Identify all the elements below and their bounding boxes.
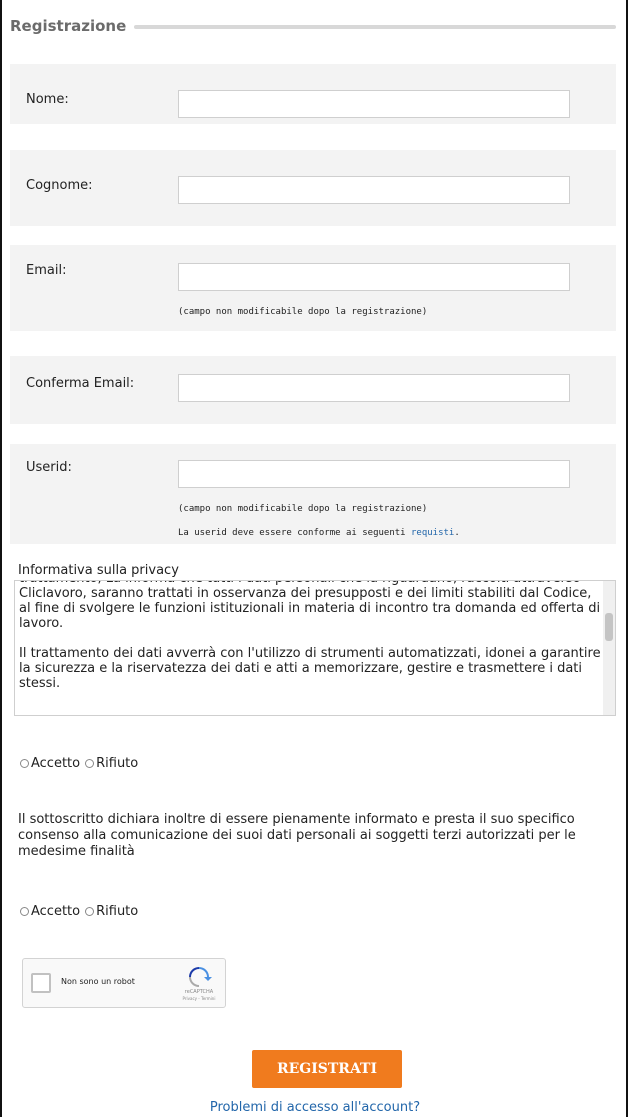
- privacy-accept-radio[interactable]: [20, 759, 29, 768]
- account-help-link[interactable]: Problemi di accesso all'account?: [0, 1100, 630, 1115]
- privacy-reject-radio[interactable]: [85, 759, 95, 768]
- privacy-accept-label: Accetto: [31, 756, 81, 771]
- consent-radio-group: Accetto Rifiuto: [20, 904, 143, 919]
- email-input[interactable]: [178, 263, 570, 291]
- privacy-scrollbar[interactable]: [603, 581, 615, 715]
- recaptcha-logo-icon: [189, 967, 212, 987]
- privacy-text: trattamento, La informa che tutti i dati…: [19, 581, 603, 706]
- privacy-textarea[interactable]: trattamento, La informa che tutti i dati…: [14, 580, 616, 716]
- consent-reject-radio[interactable]: [85, 907, 95, 916]
- recaptcha-terms[interactable]: Privacy - Termini: [173, 996, 225, 1001]
- userid-rule-suffix: .: [454, 528, 460, 538]
- privacy-paragraph-2: Il trattamento dei dati avverrà con l'ut…: [19, 646, 601, 691]
- legend-divider: [134, 25, 616, 29]
- fieldset-legend: Registrazione: [10, 12, 616, 40]
- recaptcha-checkbox[interactable]: [31, 973, 51, 993]
- consent-accept-label: Accetto: [31, 904, 81, 919]
- field-row-conferma-email: Conferma Email:: [10, 356, 616, 424]
- privacy-scroll-thumb[interactable]: [605, 613, 613, 641]
- privacy-radio-group: Accetto Rifiuto: [20, 756, 143, 771]
- userid-hint: (campo non modificabile dopo la registra…: [178, 504, 428, 514]
- cognome-label: Cognome:: [26, 178, 93, 193]
- recaptcha-label: Non sono un robot: [61, 977, 135, 986]
- field-row-cognome: Cognome:: [10, 150, 616, 226]
- consent-text: Il sottoscritto dichiara inoltre di esse…: [18, 812, 576, 859]
- privacy-paragraph-1: trattamento, La informa che tutti i dati…: [19, 581, 601, 631]
- field-row-nome: Nome:: [10, 64, 616, 124]
- userid-input[interactable]: [178, 460, 570, 488]
- register-button[interactable]: REGISTRATI: [252, 1050, 402, 1088]
- privacy-title: Informativa sulla privacy: [18, 563, 179, 578]
- cognome-input[interactable]: [178, 176, 570, 204]
- nome-label: Nome:: [26, 92, 69, 107]
- privacy-reject-label: Rifiuto: [96, 756, 139, 771]
- form-title: Registrazione: [10, 17, 127, 35]
- email-label: Email:: [26, 263, 67, 278]
- recaptcha-brand: reCAPTCHA: [184, 989, 214, 995]
- conferma-email-input[interactable]: [178, 374, 570, 402]
- userid-requirements-link[interactable]: requisti: [411, 528, 454, 538]
- consent-reject-label: Rifiuto: [96, 904, 139, 919]
- userid-label: Userid:: [26, 460, 72, 475]
- userid-rule-text: La userid deve essere conforme ai seguen…: [178, 528, 411, 538]
- email-hint: (campo non modificabile dopo la registra…: [178, 307, 428, 317]
- field-row-email: Email: (campo non modificabile dopo la r…: [10, 245, 616, 331]
- consent-accept-radio[interactable]: [20, 907, 29, 916]
- userid-rule: La userid deve essere conforme ai seguen…: [178, 528, 460, 538]
- nome-input[interactable]: [178, 90, 570, 118]
- conferma-email-label: Conferma Email:: [26, 376, 135, 391]
- field-row-userid: Userid: (campo non modificabile dopo la …: [10, 444, 616, 544]
- recaptcha-widget: Non sono un robot reCAPTCHA Privacy - Te…: [22, 958, 226, 1008]
